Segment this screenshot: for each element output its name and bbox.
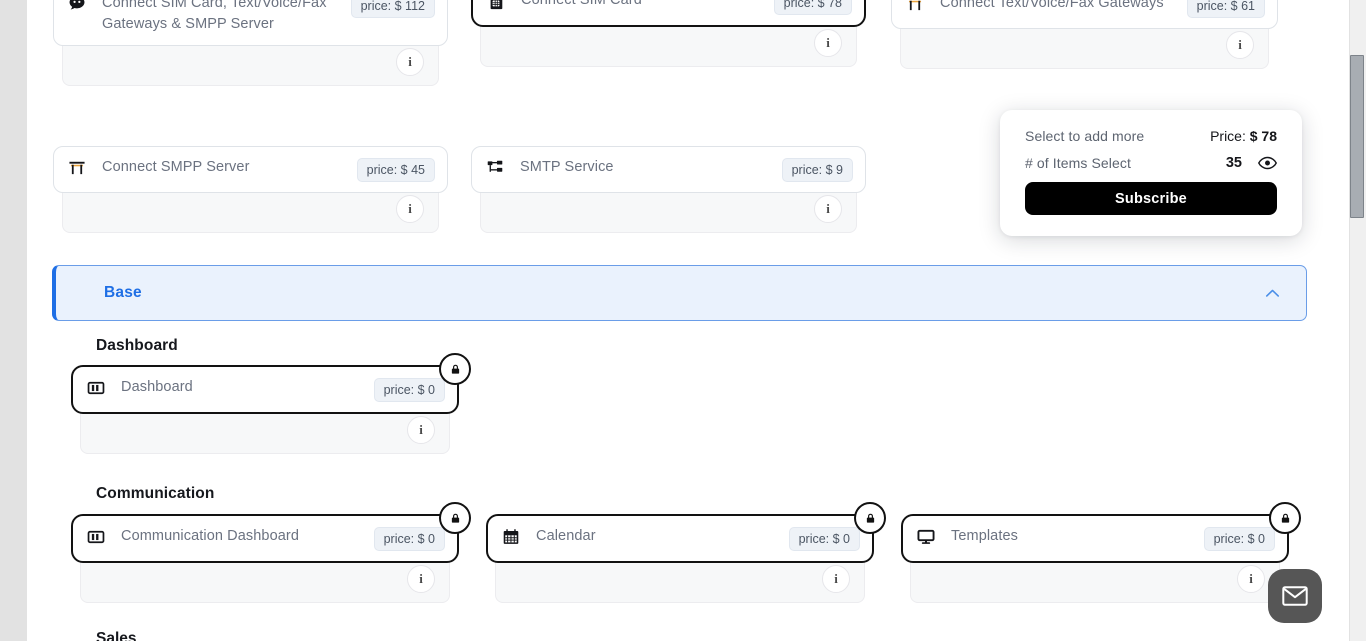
- module-card-body: i: [495, 557, 865, 603]
- group-label-communication: Communication: [96, 485, 215, 502]
- module-card-header[interactable]: Calendar price: $ 0: [486, 502, 886, 563]
- group-label-sales: Sales: [96, 630, 137, 641]
- lock-badge-icon[interactable]: [439, 353, 471, 385]
- scrollbar-thumb[interactable]: [1350, 55, 1364, 218]
- module-title: Dashboard: [121, 379, 193, 395]
- module-price: price: $ 78: [773, 0, 852, 15]
- module-price: price: $ 0: [373, 527, 445, 551]
- module-title: Calendar: [536, 528, 596, 544]
- info-icon[interactable]: i: [814, 29, 842, 57]
- layout-dashboard-icon: [87, 379, 105, 397]
- chevron-up-icon[interactable]: [1263, 284, 1282, 303]
- select-to-add-more-label: Select to add more: [1025, 128, 1145, 144]
- calendar-icon: [502, 528, 520, 546]
- module-title: Templates: [951, 528, 1018, 544]
- module-card-body: i: [62, 40, 439, 86]
- info-icon[interactable]: i: [407, 565, 435, 593]
- module-card-header[interactable]: Connect SIM Card price: $ 78: [471, 0, 866, 27]
- module-card-text-voice-fax-gateways[interactable]: Connect Text/Voice/Fax Gateways price: $…: [891, 0, 1278, 69]
- module-card-connect-sim-card[interactable]: Connect SIM Card price: $ 78 i: [471, 0, 866, 67]
- lock-badge-icon[interactable]: [439, 502, 471, 534]
- module-card-header[interactable]: Dashboard price: $ 0: [71, 353, 471, 414]
- monitor-icon: [917, 528, 935, 546]
- price-value: $ 78: [1249, 128, 1277, 144]
- envelope-icon: [1282, 586, 1308, 606]
- chat-fab-button[interactable]: [1268, 569, 1322, 623]
- info-icon[interactable]: i: [1237, 565, 1265, 593]
- subscribe-button[interactable]: Subscribe: [1025, 182, 1277, 215]
- module-title: Connect SIM Card, Text/Voice/Fax Gateway…: [102, 0, 327, 32]
- module-card-body: i: [910, 557, 1280, 603]
- info-icon[interactable]: i: [396, 48, 424, 76]
- module-title: SMTP Service: [520, 159, 614, 175]
- module-title: Connect SIM Card: [521, 0, 642, 8]
- gateway-icon: [68, 159, 86, 177]
- items-count-value: 35: [1225, 155, 1242, 171]
- module-card-body: i: [480, 21, 857, 67]
- items-select-label: # of Items Select: [1025, 155, 1131, 171]
- price-display: Price: $ 78: [1210, 128, 1277, 144]
- module-card-calendar[interactable]: Calendar price: $ 0 i: [486, 502, 886, 603]
- module-price: price: $ 0: [373, 378, 445, 402]
- module-price: price: $ 61: [1186, 0, 1265, 18]
- module-card-dashboard[interactable]: Dashboard price: $ 0 i: [71, 353, 471, 454]
- module-price: price: $ 0: [1203, 527, 1275, 551]
- module-title: Connect Text/Voice/Fax Gateways: [940, 0, 1164, 11]
- module-card-body: i: [62, 187, 439, 233]
- eye-icon[interactable]: [1257, 156, 1278, 170]
- sitemap-icon: [486, 159, 504, 177]
- module-card-body: i: [900, 23, 1269, 69]
- module-card-header[interactable]: Communication Dashboard price: $ 0: [71, 502, 471, 563]
- module-title: Connect SMPP Server: [102, 159, 250, 175]
- module-card-header[interactable]: Connect SMPP Server price: $ 45: [53, 146, 448, 193]
- layout-dashboard-icon: [87, 528, 105, 546]
- group-label-dashboard: Dashboard: [96, 337, 178, 354]
- gateway-icon: [906, 0, 924, 13]
- module-card-sim-gateway-smpp[interactable]: Connect SIM Card, Text/Voice/Fax Gateway…: [53, 0, 448, 86]
- info-icon[interactable]: i: [822, 565, 850, 593]
- subscribe-panel-price-row: Select to add more Price: $ 78: [1025, 128, 1277, 144]
- subscribe-panel: Select to add more Price: $ 78 # of Item…: [1000, 110, 1302, 236]
- sim-card-icon: [487, 0, 505, 10]
- info-icon[interactable]: i: [1226, 31, 1254, 59]
- module-card-header[interactable]: Connect Text/Voice/Fax Gateways price: $…: [891, 0, 1278, 29]
- module-card-header[interactable]: Connect SIM Card, Text/Voice/Fax Gateway…: [53, 0, 448, 46]
- module-price: price: $ 112: [350, 0, 435, 18]
- module-price: price: $ 0: [788, 527, 860, 551]
- accordion-header-base[interactable]: Base: [52, 265, 1307, 321]
- module-card-body: i: [480, 187, 857, 233]
- module-card-header[interactable]: SMTP Service price: $ 9: [471, 146, 866, 193]
- module-price: price: $ 9: [781, 158, 853, 182]
- module-card-header[interactable]: Templates price: $ 0: [901, 502, 1301, 563]
- module-price: price: $ 45: [356, 158, 435, 182]
- info-icon[interactable]: i: [814, 195, 842, 223]
- module-title: Communication Dashboard: [121, 528, 299, 544]
- module-card-body: i: [80, 557, 450, 603]
- module-card-smtp-service[interactable]: SMTP Service price: $ 9 i: [471, 146, 866, 233]
- lock-badge-icon[interactable]: [854, 502, 886, 534]
- accordion-title: Base: [104, 284, 142, 301]
- module-card-body: i: [80, 408, 450, 454]
- items-count-group: 35: [1225, 155, 1278, 171]
- info-icon[interactable]: i: [396, 195, 424, 223]
- info-icon[interactable]: i: [407, 416, 435, 444]
- lock-badge-icon[interactable]: [1269, 502, 1301, 534]
- price-label: Price:: [1210, 128, 1246, 144]
- subscribe-panel-items-row: # of Items Select 35: [1025, 155, 1278, 171]
- comment-icon: [68, 0, 86, 13]
- module-card-communication-dashboard[interactable]: Communication Dashboard price: $ 0 i: [71, 502, 471, 603]
- page-content: Connect SIM Card, Text/Voice/Fax Gateway…: [27, 0, 1350, 641]
- module-card-templates[interactable]: Templates price: $ 0 i: [901, 502, 1301, 603]
- module-card-connect-smpp-server[interactable]: Connect SMPP Server price: $ 45 i: [53, 146, 448, 233]
